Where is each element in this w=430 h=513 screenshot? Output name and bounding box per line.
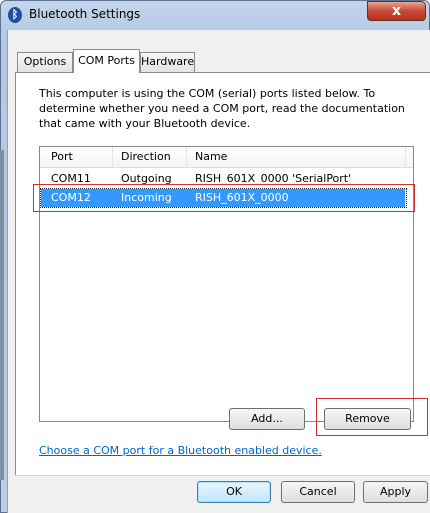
column-header-name[interactable]: Name xyxy=(195,150,227,163)
column-separator[interactable] xyxy=(405,147,406,168)
column-header-direction[interactable]: Direction xyxy=(121,150,171,163)
tab-options[interactable]: Options xyxy=(17,52,73,72)
tab-com-ports[interactable]: COM Ports xyxy=(73,49,140,73)
column-header-port[interactable]: Port xyxy=(51,150,73,163)
window-title: Bluetooth Settings xyxy=(29,7,141,21)
ok-button[interactable]: OK xyxy=(197,481,271,503)
column-separator[interactable] xyxy=(186,147,187,168)
add-button[interactable]: Add... xyxy=(229,408,305,430)
cancel-button[interactable]: Cancel xyxy=(281,481,355,503)
close-button[interactable]: x xyxy=(367,1,426,21)
title-bar[interactable]: ᛒ Bluetooth Settings x xyxy=(0,0,430,30)
tab-hardware[interactable]: Hardware xyxy=(140,52,195,72)
bluetooth-icon: ᛒ xyxy=(8,7,22,23)
highlight-box-remove-button xyxy=(316,398,428,436)
column-separator[interactable] xyxy=(112,147,113,168)
apply-button[interactable]: Apply xyxy=(363,481,428,503)
highlight-box-selected-row xyxy=(33,184,415,212)
window-edge xyxy=(0,150,4,480)
com-ports-description: This computer is using the COM (serial) … xyxy=(39,87,405,130)
choose-com-port-link[interactable]: Choose a COM port for a Bluetooth enable… xyxy=(39,444,322,457)
